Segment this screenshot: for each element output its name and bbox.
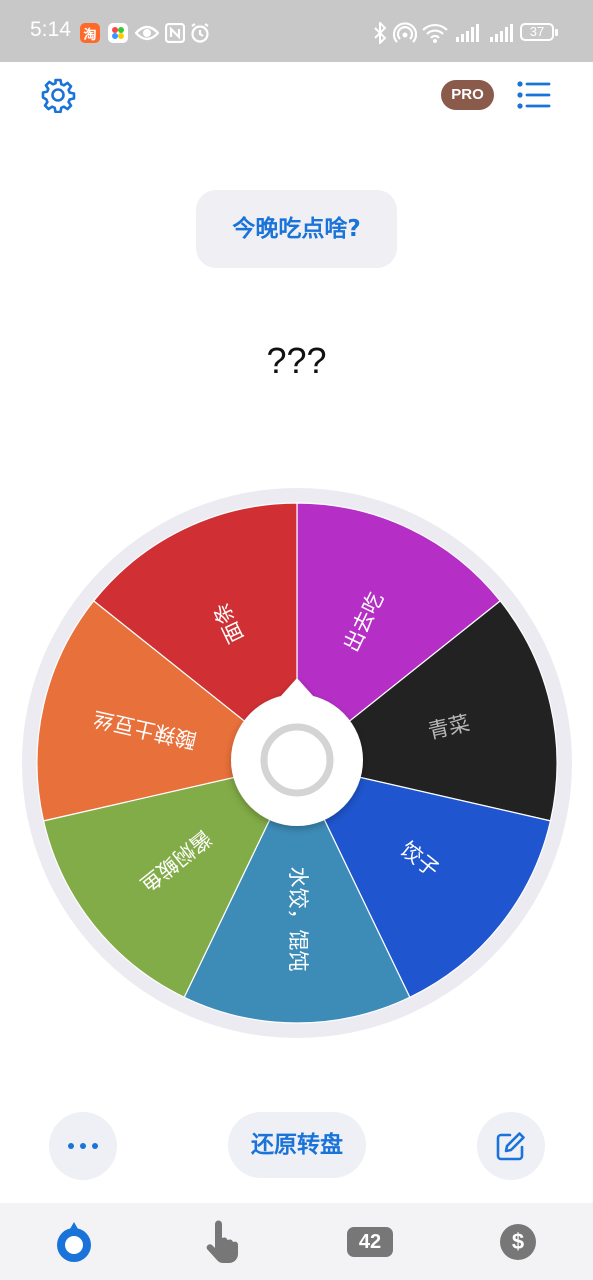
- alarm-icon: [189, 22, 211, 44]
- result-text: ???: [266, 340, 327, 381]
- list-icon: [517, 81, 551, 109]
- battery-indicator: 37: [520, 23, 558, 41]
- signal-icon: [489, 22, 515, 44]
- spin-wheel[interactable]: 出去吃青菜饺子水饺，馄饨酱焖鲅鱼酸辣土豆丝面条: [22, 488, 572, 1038]
- gear-icon: [41, 78, 76, 114]
- status-time: 5:14: [30, 18, 71, 41]
- more-button[interactable]: [49, 1112, 117, 1180]
- more-dots-icon: [68, 1143, 98, 1149]
- tab-pro[interactable]: $: [444, 1203, 592, 1280]
- hand-pointer-icon: [206, 1220, 239, 1263]
- wheel-segment-label: 水饺，馄饨: [286, 867, 310, 972]
- hotspot-icon: [393, 22, 417, 44]
- eye-icon: [134, 22, 160, 44]
- bluetooth-icon: [372, 22, 388, 44]
- tab-tap[interactable]: [148, 1203, 296, 1280]
- tab-bar: 42 $: [0, 1203, 593, 1280]
- list-button[interactable]: [516, 80, 552, 110]
- settings-button[interactable]: [40, 77, 76, 114]
- nfc-icon: [164, 22, 186, 44]
- tab-number[interactable]: 42: [296, 1203, 444, 1280]
- status-bar: 5:14 淘 37: [0, 0, 593, 62]
- edit-button[interactable]: [477, 1112, 545, 1180]
- question-button[interactable]: 今晚吃点啥?: [196, 190, 397, 268]
- taobao-app-icon: 淘: [80, 23, 100, 43]
- colorful-app-icon: [108, 23, 128, 43]
- edit-icon: [496, 1132, 525, 1161]
- pro-badge[interactable]: PRO: [441, 80, 494, 110]
- dollar-icon: $: [500, 1223, 536, 1260]
- number-badge-icon: 42: [347, 1226, 393, 1257]
- tab-wheel[interactable]: [0, 1203, 148, 1280]
- wheel-icon: [57, 1221, 91, 1262]
- reset-wheel-button[interactable]: 还原转盘: [228, 1112, 366, 1178]
- signal-icon: [455, 22, 481, 44]
- wifi-icon: [422, 22, 448, 44]
